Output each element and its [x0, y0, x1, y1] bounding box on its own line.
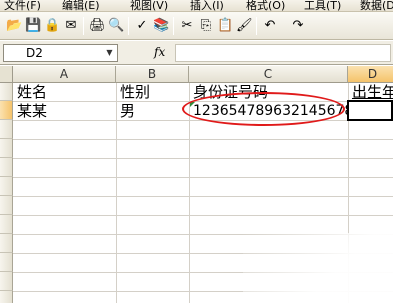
chevron-down-icon[interactable]: ▼ [103, 46, 116, 60]
highlight-ellipse [182, 92, 345, 126]
row-header[interactable] [0, 83, 13, 101]
menu-format[interactable]: 格式(O) [246, 0, 285, 11]
row-header[interactable] [0, 158, 13, 177]
row-header[interactable] [0, 234, 13, 253]
gridline [13, 177, 393, 178]
paste-icon[interactable]: 📋 [217, 18, 233, 34]
row-header[interactable] [0, 253, 13, 272]
formula-bar: D2 ▼ fx [0, 41, 393, 65]
gridline [13, 196, 393, 197]
gridline [13, 158, 393, 159]
menu-edit[interactable]: 编辑(E) [62, 0, 100, 11]
cell-b2[interactable]: 男 [118, 102, 135, 120]
watermark-fade [243, 233, 393, 303]
menu-view[interactable]: 视图(V) [130, 0, 168, 11]
gridline [13, 215, 393, 216]
research-icon[interactable]: 📚 [153, 18, 169, 34]
active-cell-d2[interactable] [347, 100, 393, 121]
gridline [116, 83, 117, 303]
print-preview-icon[interactable]: 🔍 [108, 18, 124, 34]
column-header-b[interactable]: B [116, 66, 189, 83]
toolbar-separator [128, 17, 129, 35]
name-box-value: D2 [26, 46, 43, 60]
cell-a1[interactable]: 姓名 [15, 83, 47, 101]
standard-toolbar: 📂 💾 🔒 ✉ 🖨 🔍 ✓ 📚 ✂ ⎘ 📋 🖌 ↶ ↷ [0, 12, 393, 40]
email-icon[interactable]: ✉ [63, 18, 79, 34]
menu-insert[interactable]: 插入(I) [190, 0, 224, 11]
row-header[interactable] [0, 196, 13, 215]
cell-d1[interactable]: 出生年 [350, 83, 393, 101]
copy-icon[interactable]: ⎘ [198, 18, 214, 34]
column-header-a[interactable]: A [13, 66, 116, 83]
row-header[interactable] [0, 120, 13, 139]
save-icon[interactable]: 💾 [25, 18, 41, 34]
row-header[interactable] [0, 139, 13, 158]
open-folder-icon[interactable]: 📂 [6, 18, 22, 34]
toolbar-separator [83, 17, 84, 35]
row-header[interactable] [0, 272, 13, 291]
cell-a2[interactable]: 某某 [15, 102, 47, 120]
gridline [13, 139, 393, 140]
menu-tools[interactable]: 工具(T) [304, 0, 341, 11]
formula-input[interactable] [175, 44, 391, 62]
format-painter-icon[interactable]: 🖌 [236, 18, 253, 34]
insert-function-icon[interactable]: fx [154, 45, 165, 59]
menu-file[interactable]: 文件(F) [4, 0, 41, 11]
menu-bar: 文件(F) 编辑(E) 视图(V) 插入(I) 格式(O) 工具(T) 数据(D… [0, 0, 393, 12]
column-header-c[interactable]: C [189, 66, 348, 83]
redo-icon[interactable]: ↷ [290, 18, 306, 34]
permission-icon[interactable]: 🔒 [44, 18, 60, 34]
row-header[interactable] [0, 177, 13, 196]
select-all-corner[interactable] [0, 66, 13, 83]
toolbar-separator [173, 17, 174, 35]
menu-data[interactable]: 数据(D) [360, 0, 393, 11]
column-header-d[interactable]: D [348, 66, 393, 83]
row-header[interactable] [0, 101, 13, 120]
spelling-icon[interactable]: ✓ [134, 18, 150, 34]
cut-icon[interactable]: ✂ [179, 18, 195, 34]
row-header[interactable] [0, 291, 13, 303]
undo-icon[interactable]: ↶ [262, 18, 278, 34]
toolbar-separator [256, 17, 257, 35]
cell-b1[interactable]: 性别 [118, 83, 150, 101]
print-icon[interactable]: 🖨 [89, 18, 106, 34]
row-header[interactable] [0, 215, 13, 234]
name-box[interactable]: D2 ▼ [3, 44, 118, 62]
spreadsheet-grid: A B C D 姓名 性别 身份证号码 出生年 某某 男 12365478963… [0, 66, 393, 303]
